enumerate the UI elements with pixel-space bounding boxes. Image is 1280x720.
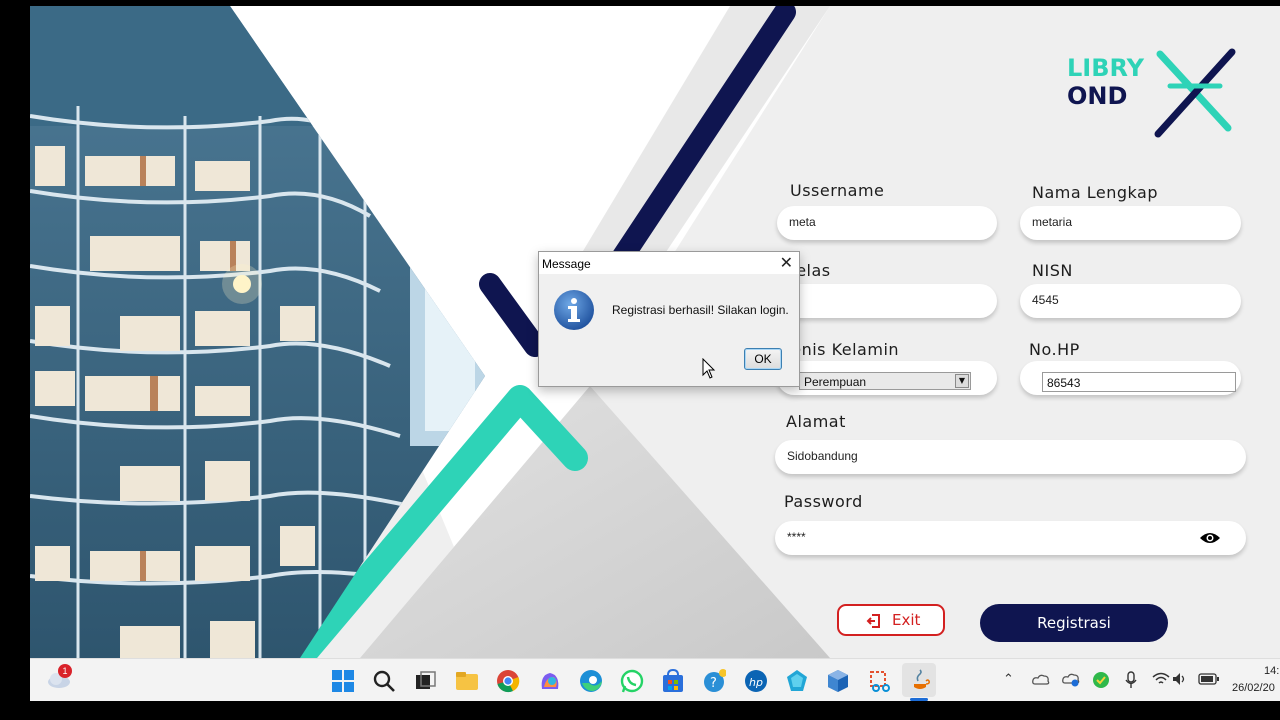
virtualbox-icon[interactable] <box>826 669 850 693</box>
taskbar: 1 ? hp ⌃ 14: 26/02/20 <box>30 658 1280 701</box>
java-icon[interactable] <box>908 669 932 693</box>
dialog-title: Message <box>542 257 591 271</box>
dropdown-arrow-icon[interactable]: ▼ <box>955 374 969 388</box>
mouse-cursor-icon <box>702 358 716 379</box>
exit-icon <box>866 614 880 628</box>
whatsapp-icon[interactable] <box>620 669 644 693</box>
cloud-sync-icon[interactable] <box>1062 671 1080 687</box>
no-hp-value: 86543 <box>1047 376 1081 390</box>
chevron-up-icon[interactable]: ⌃ <box>1003 672 1014 687</box>
jenis-kelamin-select[interactable]: Perempuan ▼ <box>799 372 971 390</box>
no-hp-input[interactable]: 86543 <box>1042 372 1236 392</box>
nisn-field[interactable]: 4545 <box>1020 284 1241 318</box>
ok-button[interactable]: OK <box>744 348 782 370</box>
task-view-icon[interactable] <box>413 669 437 693</box>
store-icon[interactable] <box>661 669 685 693</box>
nisn-value: 4545 <box>1032 293 1059 307</box>
volume-icon[interactable] <box>1172 672 1188 686</box>
battery-icon[interactable] <box>1198 673 1220 685</box>
jenis-kelamin-label: Jenis Kelamin <box>786 340 900 359</box>
brand-x-icon <box>1154 48 1236 138</box>
screen: LIBRY OND Ussername Nama Lengkap Kelas N… <box>30 0 1280 720</box>
show-password-icon[interactable] <box>1199 531 1221 545</box>
nama-lengkap-field[interactable]: metaria <box>1020 206 1241 240</box>
brand-line2: OND <box>1067 82 1128 110</box>
username-field[interactable]: meta <box>777 206 997 240</box>
message-dialog: Message ✕ Registrasi berhasil! Silakan l… <box>538 251 800 387</box>
close-icon[interactable]: ✕ <box>780 253 793 272</box>
exit-label: Exit <box>892 611 921 629</box>
no-hp-label: No.HP <box>1029 340 1080 359</box>
library-photo <box>30 6 485 658</box>
clock-time[interactable]: 14: <box>1264 665 1279 677</box>
security-icon[interactable] <box>1092 671 1110 689</box>
snipping-tool-icon[interactable] <box>868 669 892 693</box>
nisn-label: NISN <box>1032 261 1073 280</box>
copilot-icon[interactable] <box>538 669 562 693</box>
registrasi-button[interactable]: Registrasi <box>980 604 1168 642</box>
alamat-value: Sidobandung <box>787 449 858 463</box>
username-label: Ussername <box>790 181 885 200</box>
clock-date[interactable]: 26/02/20 <box>1232 682 1275 694</box>
password-field[interactable]: **** <box>775 521 1246 555</box>
chrome-icon[interactable] <box>496 669 520 693</box>
password-label: Password <box>784 492 863 511</box>
edge-icon[interactable] <box>579 669 603 693</box>
kelas-field[interactable] <box>777 284 997 318</box>
file-explorer-icon[interactable] <box>455 669 479 693</box>
jenis-kelamin-selected: Perempuan <box>804 375 867 389</box>
svg-text:hp: hp <box>749 676 763 689</box>
hp-icon[interactable]: hp <box>744 669 768 693</box>
brand-logo: LIBRY OND <box>1067 54 1144 110</box>
dialog-message: Registrasi berhasil! Silakan login. <box>612 303 789 317</box>
svg-text:?: ? <box>710 676 717 691</box>
password-value: **** <box>787 530 806 544</box>
onedrive-icon[interactable] <box>1032 673 1050 685</box>
microphone-icon[interactable] <box>1125 671 1137 689</box>
username-value: meta <box>789 215 816 229</box>
python-icon[interactable]: ? <box>702 669 726 693</box>
app-icon[interactable] <box>785 669 809 693</box>
registration-window: LIBRY OND Ussername Nama Lengkap Kelas N… <box>30 6 1280 658</box>
start-icon[interactable] <box>331 669 355 693</box>
no-hp-field: 86543 <box>1020 361 1241 395</box>
exit-button[interactable]: Exit <box>837 604 945 636</box>
search-icon[interactable] <box>372 669 396 693</box>
wifi-icon[interactable] <box>1152 672 1170 686</box>
nama-lengkap-value: metaria <box>1032 215 1073 229</box>
jenis-kelamin-field: Perempuan ▼ <box>777 361 997 395</box>
active-app-indicator <box>910 698 928 701</box>
nama-lengkap-label: Nama Lengkap <box>1032 183 1158 202</box>
alamat-field[interactable]: Sidobandung <box>775 440 1246 474</box>
info-icon <box>554 290 594 330</box>
notification-badge: 1 <box>58 664 72 678</box>
alamat-label: Alamat <box>786 412 846 431</box>
brand-line1: LIBRY <box>1067 54 1145 82</box>
dialog-titlebar: Message ✕ <box>539 252 799 274</box>
